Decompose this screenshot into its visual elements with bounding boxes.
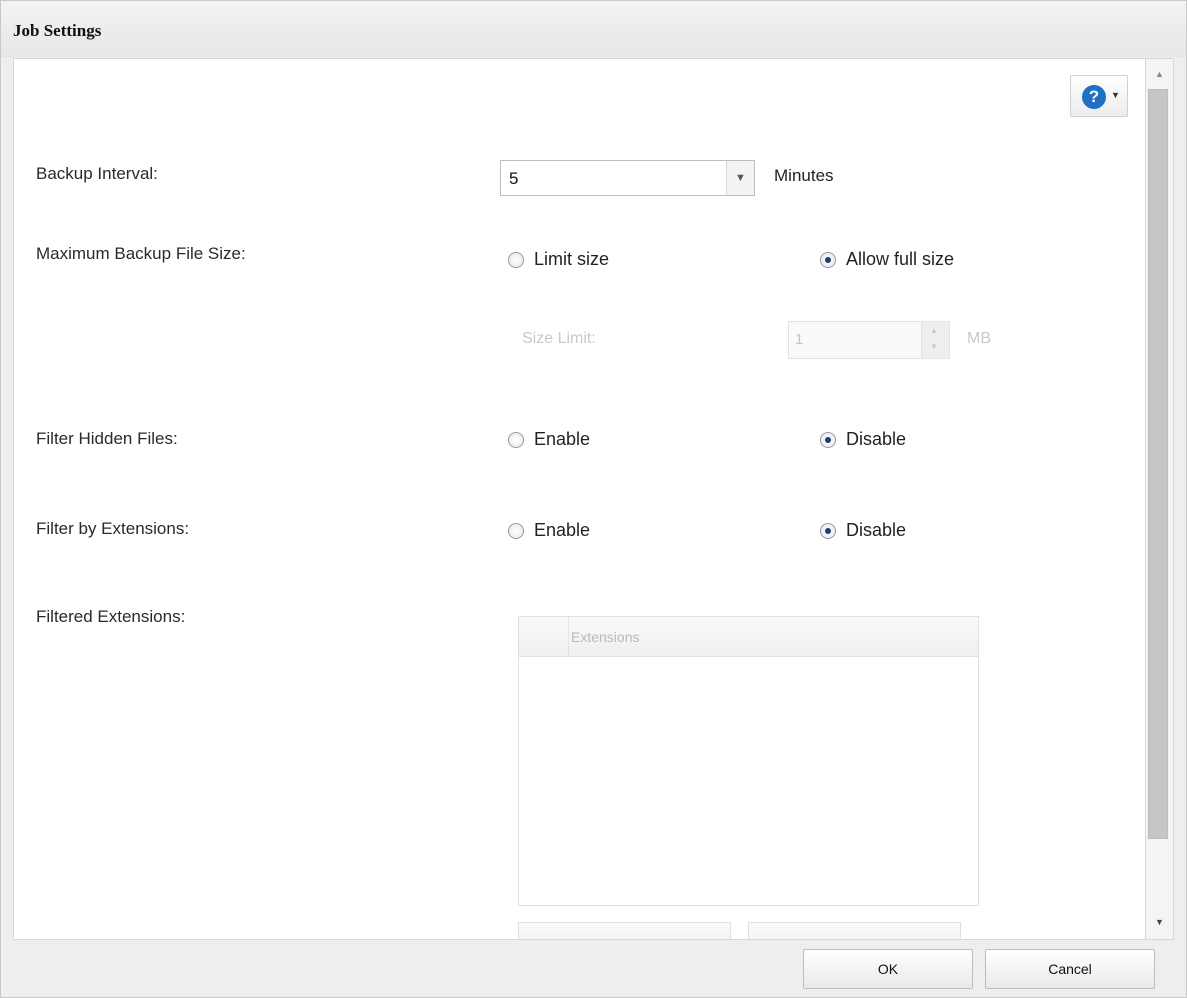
size-limit-spinner[interactable]: 1 ▲ ▼ xyxy=(788,321,950,359)
size-limit-unit: MB xyxy=(967,330,991,347)
backup-interval-select[interactable]: 5 ▼ xyxy=(500,160,755,196)
chevron-down-icon: ▼ xyxy=(930,342,938,351)
chevron-down-icon[interactable]: ▼ xyxy=(726,161,754,195)
backup-interval-unit: Minutes xyxy=(774,166,834,185)
extensions-grid: Extensions xyxy=(518,616,979,906)
limit-size-label: Limit size xyxy=(534,249,610,269)
scrollbar-thumb[interactable] xyxy=(1148,89,1168,839)
radio-unchecked-icon xyxy=(508,522,524,539)
filter-extensions-enable-radio[interactable]: Enable xyxy=(508,520,590,541)
filter-extensions-enable-label: Enable xyxy=(534,520,591,540)
filter-hidden-disable-radio[interactable]: Disable xyxy=(820,429,906,450)
grid-select-column[interactable] xyxy=(519,617,569,657)
radio-unchecked-icon xyxy=(508,431,524,448)
max-backup-size-label: Maximum Backup File Size: xyxy=(36,244,246,263)
chevron-down-icon: ▼ xyxy=(1111,90,1120,100)
radio-checked-icon xyxy=(820,522,836,539)
grid-header: Extensions xyxy=(519,617,978,657)
scroll-up-icon[interactable]: ▲ xyxy=(1155,69,1164,79)
filter-hidden-enable-label: Enable xyxy=(534,429,591,449)
vertical-scrollbar[interactable]: ▲ ▼ xyxy=(1146,58,1174,940)
dialog-title-bar: Job Settings xyxy=(1,1,1186,57)
help-button[interactable]: ? ▼ xyxy=(1070,75,1128,117)
size-limit-label: Size Limit: xyxy=(522,330,596,347)
cancel-button[interactable]: Cancel xyxy=(985,949,1155,989)
ok-button[interactable]: OK xyxy=(803,949,973,989)
filter-hidden-enable-radio[interactable]: Enable xyxy=(508,429,590,450)
chevron-up-icon: ▲ xyxy=(930,326,938,335)
filter-extensions-disable-label: Disable xyxy=(846,520,907,540)
grid-column-extensions[interactable]: Extensions xyxy=(571,629,639,645)
spinner-buttons[interactable]: ▲ ▼ xyxy=(921,322,949,358)
backup-interval-label: Backup Interval: xyxy=(36,164,158,183)
radio-checked-icon xyxy=(820,251,836,268)
delete-extension-button[interactable] xyxy=(748,922,961,939)
backup-interval-value: 5 xyxy=(509,169,519,188)
filter-hidden-label: Filter Hidden Files: xyxy=(36,429,178,448)
filter-extensions-disable-radio[interactable]: Disable xyxy=(820,520,906,541)
filter-hidden-disable-label: Disable xyxy=(846,429,907,449)
filter-extensions-label: Filter by Extensions: xyxy=(36,519,190,538)
filtered-extensions-label: Filtered Extensions: xyxy=(36,607,186,626)
add-extension-button[interactable] xyxy=(518,922,731,939)
size-limit-value: 1 xyxy=(795,331,804,348)
settings-panel: ? ▼ Backup Interval: 5 ▼ Minutes Maximum… xyxy=(13,58,1146,940)
dialog-title: Job Settings xyxy=(13,21,102,40)
question-circle-icon: ? xyxy=(1082,85,1106,109)
scroll-down-icon[interactable]: ▼ xyxy=(1155,917,1164,927)
allow-full-size-radio[interactable]: Allow full size xyxy=(820,249,954,270)
radio-checked-icon xyxy=(820,431,836,448)
radio-unchecked-icon xyxy=(508,251,524,268)
allow-full-size-label: Allow full size xyxy=(846,249,955,269)
limit-size-radio[interactable]: Limit size xyxy=(508,249,609,270)
job-settings-dialog: Job Settings ? ▼ Backup Interval: 5 ▼ Mi… xyxy=(0,0,1187,998)
